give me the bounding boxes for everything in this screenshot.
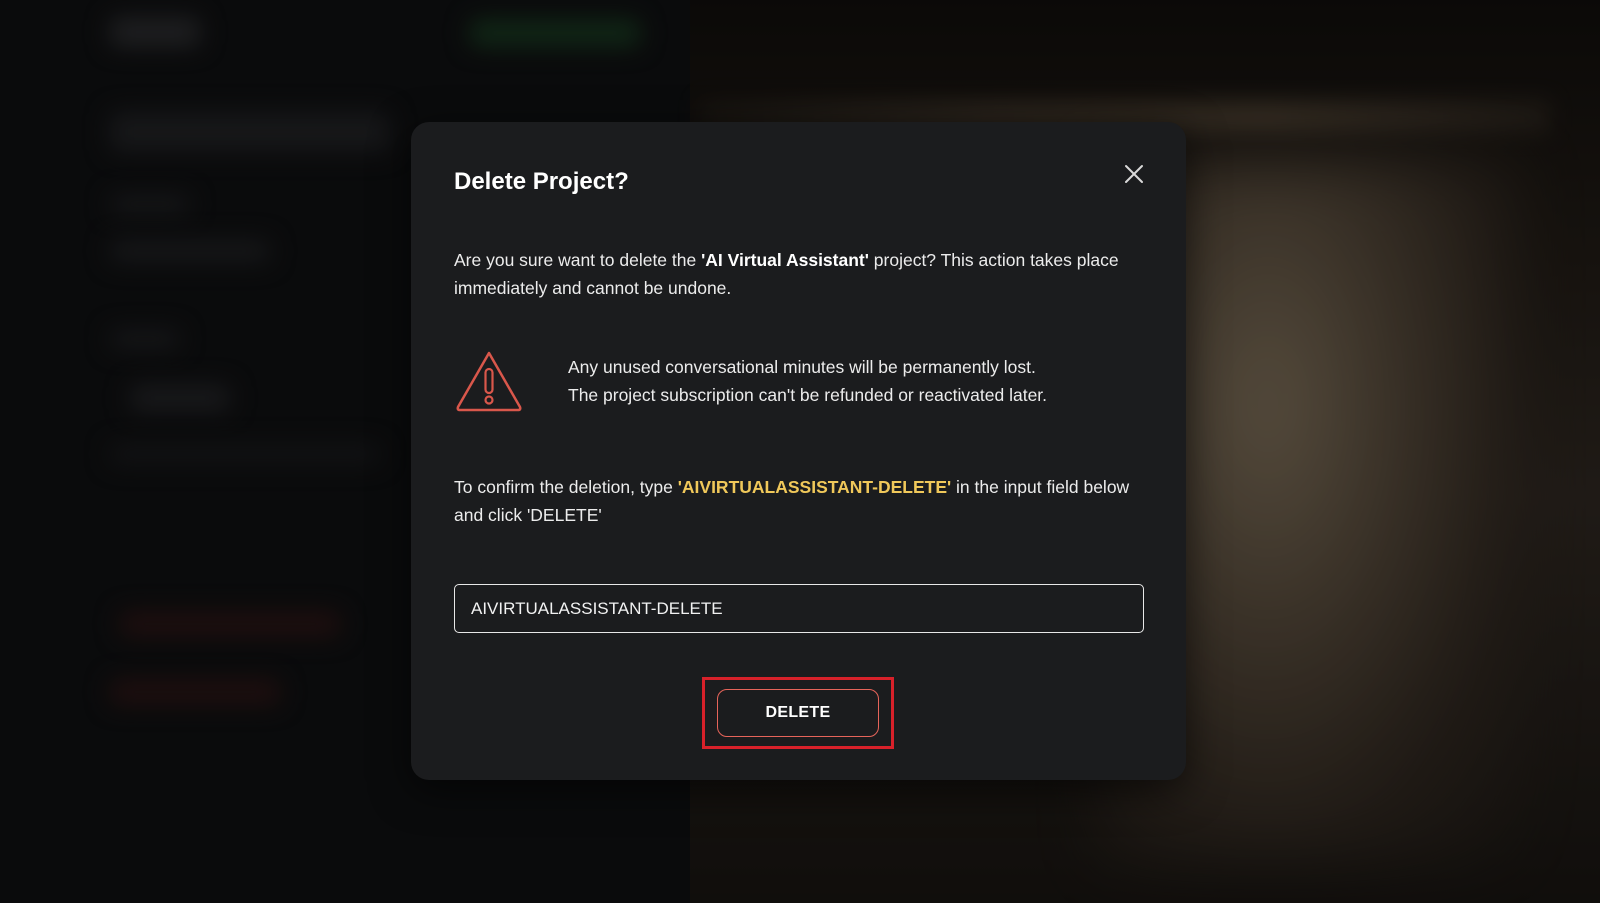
close-button[interactable]	[1120, 160, 1148, 188]
warning-line-subscription: The project subscription can't be refund…	[568, 385, 1048, 405]
confirm-input[interactable]	[454, 584, 1144, 633]
close-icon	[1125, 165, 1143, 183]
warning-message: Any unused conversational minutes will b…	[568, 353, 1128, 409]
confirm-prefix: To confirm the deletion, type	[454, 477, 678, 497]
delete-project-dialog: Delete Project? Are you sure want to del…	[411, 122, 1186, 780]
intro-prefix: Are you sure want to delete the	[454, 250, 702, 270]
confirm-code: 'AIVIRTUALASSISTANT-DELETE'	[677, 477, 952, 497]
warning-triangle-icon	[454, 349, 524, 413]
warning-line-minutes: Any unused conversational minutes will b…	[568, 357, 1036, 377]
project-name: 'AI Virtual Assistant'	[701, 250, 869, 270]
delete-button[interactable]: DELETE	[717, 689, 879, 737]
confirm-instructions: To confirm the deletion, type 'AIVIRTUAL…	[454, 473, 1144, 529]
dialog-title: Delete Project?	[454, 168, 629, 195]
dialog-description: Are you sure want to delete the 'AI Virt…	[454, 246, 1134, 302]
